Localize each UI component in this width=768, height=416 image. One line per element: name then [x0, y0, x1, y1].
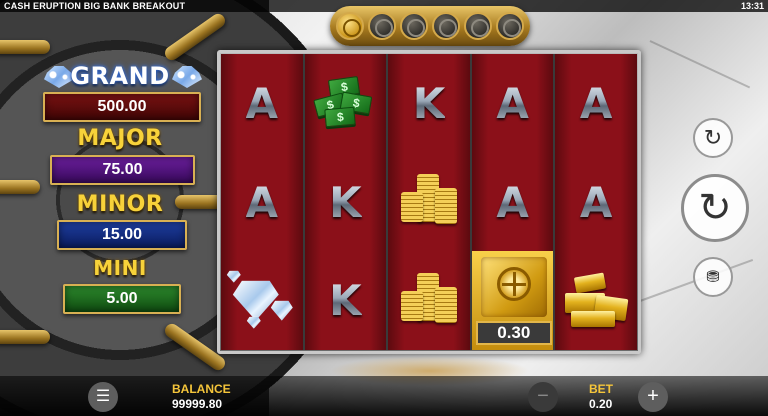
reel-cell: 0.30 [471, 251, 554, 351]
jackpot-major-title: MAJOR [77, 126, 163, 151]
bet-value: 0.20 [589, 397, 613, 411]
bet-label: BET [589, 382, 613, 396]
reel-cell: A [221, 153, 303, 252]
reel-cell [388, 153, 470, 252]
symbol-k: K [412, 78, 446, 128]
reel-cell [555, 251, 637, 350]
reel-3: K [388, 54, 470, 350]
reel-cell: A [472, 153, 554, 252]
jackpot-major-value: 75.00 [50, 155, 195, 185]
reel-cell: A [472, 54, 554, 153]
autoplay-button[interactable]: ↻ [693, 118, 733, 158]
clock: 13:31 [740, 1, 764, 11]
safe-symbol-icon [480, 257, 547, 318]
reel-2: K K [304, 54, 387, 350]
progress-medallion-tray [330, 6, 530, 46]
symbol-a: A [579, 78, 613, 128]
reel-4: A A 0.30 [471, 54, 554, 351]
jackpot-grand-value: 500.00 [43, 92, 201, 122]
reel-cell: A [555, 153, 637, 252]
balance-value: 99999.80 [172, 397, 223, 411]
menu-button[interactable]: ☰ [88, 382, 118, 412]
jackpot-grand-title: GRAND [70, 62, 170, 90]
gold-bars-symbol-icon [561, 271, 631, 331]
money-stack-symbol-icon [313, 76, 377, 130]
progress-medallion [400, 12, 428, 40]
reel-cell [221, 251, 303, 350]
spin-button[interactable]: ↻ [681, 174, 749, 242]
spin-icon: ↻ [698, 186, 732, 230]
autoplay-icon: ↻ [703, 125, 723, 150]
jackpot-minor-title: MINOR [76, 192, 164, 217]
safe-dial-icon [496, 267, 531, 302]
progress-medallion [432, 12, 460, 40]
reel-1: A A [221, 54, 303, 350]
reel-cell [388, 251, 470, 350]
progress-medallion [464, 12, 492, 40]
bet-decrease-button[interactable]: − [528, 382, 558, 412]
cash-value-label: 0.30 [475, 321, 552, 346]
progress-medallion [336, 12, 364, 40]
symbol-k: K [329, 276, 362, 326]
reel-grid: A A K K K [221, 54, 637, 351]
jackpot-minor-value: 15.00 [57, 220, 187, 250]
bet-options-button[interactable]: ⛃ [693, 257, 733, 297]
coins-icon: ⛃ [706, 269, 720, 286]
reel-cell: A [221, 54, 303, 153]
menu-icon: ☰ [95, 388, 111, 405]
reel-5: A A [555, 54, 637, 350]
symbol-a: A [579, 177, 613, 227]
symbol-a: A [496, 78, 529, 128]
reel-cell: K [305, 153, 387, 252]
bet-increase-button[interactable]: + [638, 382, 668, 412]
game-title: CASH ERUPTION BIG BANK BREAKOUT [4, 1, 186, 11]
symbol-a: A [245, 78, 279, 128]
progress-medallion [496, 12, 524, 40]
jackpot-mini-title: MINI [93, 256, 147, 280]
symbol-a: A [245, 177, 279, 227]
balance-label: BALANCE [172, 382, 231, 396]
jackpot-mini-value: 5.00 [63, 284, 181, 314]
reel-cell [305, 54, 387, 153]
reel-cell: K [388, 54, 470, 153]
reel-cell: K [305, 251, 387, 350]
vault-bolt [0, 40, 50, 54]
vault-bolt [0, 330, 50, 344]
gold-coins-symbol-icon [397, 174, 461, 230]
symbol-k: K [329, 177, 362, 227]
diamonds-symbol-icon [226, 270, 297, 331]
reel-cell: A [555, 54, 637, 153]
symbol-a: A [496, 177, 529, 227]
bottom-bar: ☰ BALANCE 99999.80 − BET 0.20 + [0, 376, 768, 416]
gold-coins-symbol-icon [397, 272, 461, 329]
progress-medallion [368, 12, 396, 40]
